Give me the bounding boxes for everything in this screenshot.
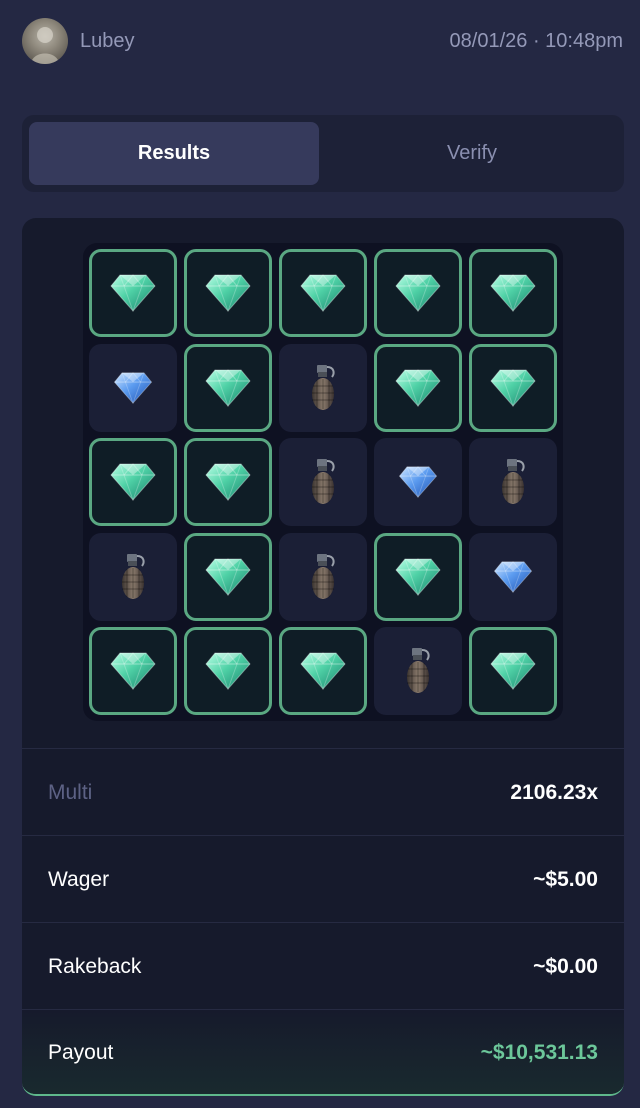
gem-tile-revealed — [374, 249, 462, 337]
gem-tile-revealed — [469, 343, 557, 432]
diamond-icon — [300, 652, 346, 690]
diamond-icon — [205, 463, 251, 501]
wager-value: ~$5.00 — [533, 868, 598, 891]
gem-tile-revealed — [374, 532, 462, 621]
mine-tile — [469, 438, 557, 526]
gem-tile-revealed — [184, 249, 272, 337]
gem-tile-revealed — [184, 438, 272, 526]
diamond-icon — [205, 652, 251, 690]
payout-value: ~$10,531.13 — [480, 1041, 598, 1064]
divider — [22, 835, 624, 836]
tab-verify[interactable]: Verify — [327, 122, 617, 185]
multi-label: Multi — [48, 781, 93, 804]
username[interactable]: Lubey — [80, 30, 135, 53]
diamond-icon — [110, 463, 156, 501]
gem-tile-revealed — [184, 343, 272, 432]
avatar[interactable] — [22, 18, 68, 64]
grenade-icon — [312, 553, 335, 599]
divider — [22, 748, 624, 749]
grenade-icon — [502, 459, 525, 504]
grenade-icon — [312, 459, 335, 504]
gem-tile-revealed — [184, 532, 272, 621]
diamond-icon — [490, 368, 536, 407]
gem-tile — [469, 532, 557, 621]
gem-tile-revealed — [374, 343, 462, 432]
gem-tile-revealed — [469, 627, 557, 715]
results-card: Multi 2106.23x Wager ~$5.00 Rakeback ~$0… — [22, 218, 624, 1096]
diamond-icon — [205, 274, 251, 312]
grenade-icon — [312, 364, 335, 410]
mine-tile — [89, 532, 177, 621]
mine-tile — [279, 343, 367, 432]
mine-tile — [279, 532, 367, 621]
mine-tile — [279, 438, 367, 526]
gem-tile-revealed — [279, 249, 367, 337]
multi-value: 2106.23x — [510, 781, 598, 804]
diamond-icon — [395, 274, 441, 312]
grenade-icon — [122, 553, 145, 599]
diamond-icon — [300, 274, 346, 312]
diamond-icon — [205, 557, 251, 596]
payout-label: Payout — [48, 1041, 114, 1064]
diamond-icon — [395, 368, 441, 407]
diamond-icon — [113, 371, 153, 404]
header: Lubey 08/01/26 · 10:48pm — [0, 0, 640, 84]
grenade-icon — [407, 648, 430, 693]
gem-tile-revealed — [184, 627, 272, 715]
diamond-icon — [205, 368, 251, 407]
divider — [22, 922, 624, 923]
diamond-icon — [493, 560, 533, 593]
gem-tile-revealed — [89, 438, 177, 526]
wager-label: Wager — [48, 868, 110, 891]
tab-results[interactable]: Results — [29, 122, 319, 185]
diamond-icon — [490, 652, 536, 690]
diamond-icon — [110, 274, 156, 312]
gem-tile-revealed — [89, 249, 177, 337]
diamond-icon — [398, 466, 438, 498]
rakeback-label: Rakeback — [48, 955, 142, 978]
mines-board — [83, 243, 563, 721]
gem-tile — [374, 438, 462, 526]
diamond-icon — [110, 652, 156, 690]
gem-tile-revealed — [279, 627, 367, 715]
gem-tile-revealed — [89, 627, 177, 715]
gem-tile — [89, 343, 177, 432]
gem-tile-revealed — [469, 249, 557, 337]
diamond-icon — [490, 274, 536, 312]
timestamp: 08/01/26 · 10:48pm — [449, 30, 623, 52]
rakeback-value: ~$0.00 — [533, 955, 598, 978]
diamond-icon — [395, 557, 441, 596]
mine-tile — [374, 627, 462, 715]
tab-bar: Results Verify — [22, 115, 624, 192]
